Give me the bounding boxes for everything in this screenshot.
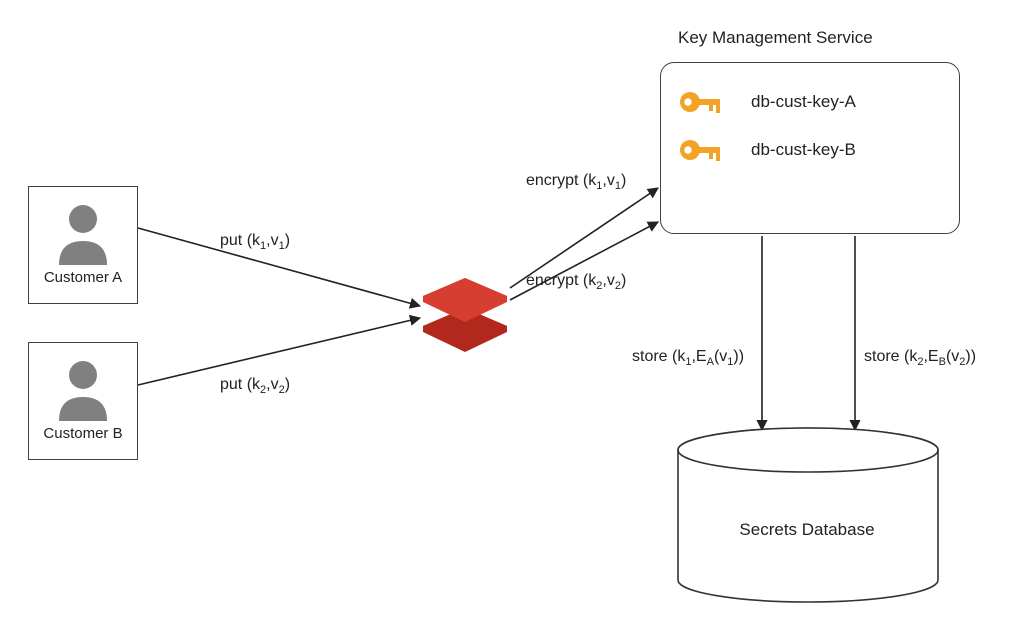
edge-put-b xyxy=(138,318,420,385)
edge-label-store-b: store (k2,EB(v2)) xyxy=(864,348,976,368)
customer-b-label: Customer B xyxy=(29,425,137,442)
edge-label-put-a: put (k1,v1) xyxy=(220,232,290,252)
edge-label-encrypt-a: encrypt (k1,v1) xyxy=(526,172,626,192)
person-icon xyxy=(53,197,113,265)
diagram-canvas: Customer A Customer B Key Management Ser… xyxy=(0,0,1019,629)
kms-box: db-cust-key-A db-cust-key-B xyxy=(660,62,960,234)
key-icon xyxy=(679,135,725,165)
edge-label-store-a: store (k1,EA(v1)) xyxy=(632,348,744,368)
secrets-db-label: Secrets Database xyxy=(672,520,942,540)
kms-title: Key Management Service xyxy=(678,28,873,48)
edge-label-encrypt-b: encrypt (k2,v2) xyxy=(526,272,626,292)
person-icon xyxy=(53,353,113,421)
edge-label-put-b: put (k2,v2) xyxy=(220,376,290,396)
database-cylinder-icon xyxy=(672,426,944,606)
key-icon xyxy=(679,87,725,117)
customer-a-label: Customer A xyxy=(29,269,137,286)
kms-key-row-b: db-cust-key-B xyxy=(679,135,941,165)
databricks-icon xyxy=(415,268,515,358)
kms-key-row-a: db-cust-key-A xyxy=(679,87,941,117)
kms-key-b-label: db-cust-key-B xyxy=(751,140,856,160)
customer-b-box: Customer B xyxy=(28,342,138,460)
customer-a-box: Customer A xyxy=(28,186,138,304)
kms-key-a-label: db-cust-key-A xyxy=(751,92,856,112)
